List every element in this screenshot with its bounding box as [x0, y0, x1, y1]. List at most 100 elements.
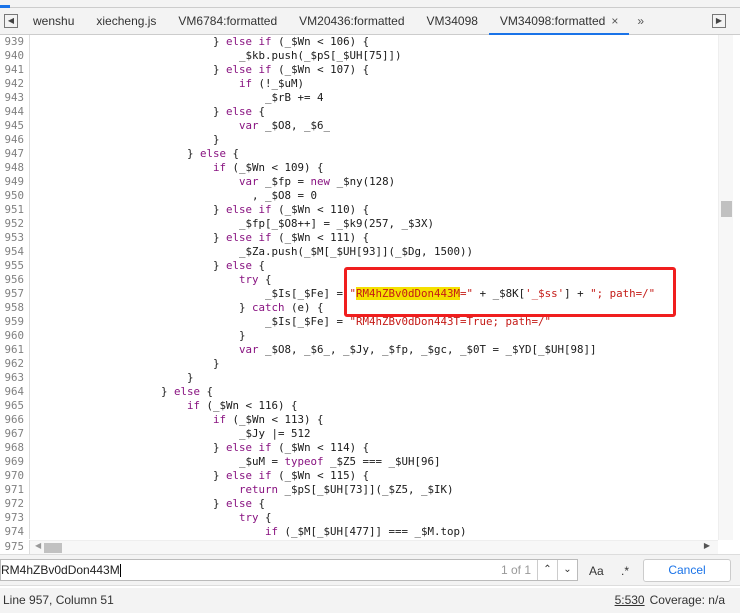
line-number[interactable]: 949	[0, 175, 30, 189]
tab-vm34098[interactable]: VM34098	[416, 8, 489, 35]
code-line[interactable]: 939 } else if (_$Wn < 106) {	[0, 35, 718, 49]
scroll-thumb[interactable]	[44, 543, 62, 553]
line-number[interactable]: 939	[0, 35, 30, 49]
line-number[interactable]: 956	[0, 273, 30, 287]
code-line[interactable]: 962 }	[0, 357, 718, 371]
code-line[interactable]: 965 if (_$Wn < 116) {	[0, 399, 718, 413]
code-line[interactable]: 958 } catch (e) {	[0, 301, 718, 315]
line-number[interactable]: 953	[0, 231, 30, 245]
line-number[interactable]: 948	[0, 161, 30, 175]
code-line[interactable]: 946 }	[0, 133, 718, 147]
line-number[interactable]: 951	[0, 203, 30, 217]
code-line[interactable]: 957 _$Is[_$Fe] = "RM4hZBv0dDon443M=" + _…	[0, 287, 718, 301]
scroll-thumb[interactable]	[721, 201, 732, 217]
line-number: 975	[0, 540, 30, 554]
code-line[interactable]: 955 } else {	[0, 259, 718, 273]
line-number[interactable]: 969	[0, 455, 30, 469]
tab-vm6784[interactable]: VM6784:formatted	[167, 8, 288, 35]
code-line[interactable]: 943 _$rB += 4	[0, 91, 718, 105]
line-number[interactable]: 943	[0, 91, 30, 105]
line-number[interactable]: 966	[0, 413, 30, 427]
line-number[interactable]: 942	[0, 77, 30, 91]
line-number[interactable]: 968	[0, 441, 30, 455]
tab-vm34098-formatted[interactable]: VM34098:formatted ×	[488, 8, 630, 35]
line-number[interactable]: 944	[0, 105, 30, 119]
previous-match-button[interactable]: ⌃	[537, 560, 557, 580]
line-number[interactable]: 967	[0, 427, 30, 441]
code-line[interactable]: 964 } else {	[0, 385, 718, 399]
code-line[interactable]: 974 if (_$M[_$UH[477]] === _$M.top)	[0, 525, 718, 539]
code-line[interactable]: 972 } else {	[0, 497, 718, 511]
line-number[interactable]: 970	[0, 469, 30, 483]
code-line[interactable]: 945 var _$O8, _$6_	[0, 119, 718, 133]
code-line[interactable]: 947 } else {	[0, 147, 718, 161]
toggle-debugger-icon[interactable]: ▶	[712, 14, 726, 28]
line-number[interactable]: 960	[0, 329, 30, 343]
code-line[interactable]: 961 var _$O8, _$6_, _$Jy, _$fp, _$gc, _$…	[0, 343, 718, 357]
line-number[interactable]: 963	[0, 371, 30, 385]
line-number[interactable]: 957	[0, 287, 30, 301]
more-tabs-icon[interactable]: »	[629, 14, 652, 28]
toggle-navigator-icon[interactable]: ◀	[4, 14, 18, 28]
line-text: if (_$Wn < 109) {	[213, 161, 324, 174]
code-line[interactable]: 973 try {	[0, 511, 718, 525]
next-match-button[interactable]: ⌄	[557, 560, 577, 580]
code-line[interactable]: 953 } else if (_$Wn < 111) {	[0, 231, 718, 245]
scroll-right-icon[interactable]: ▶	[704, 541, 710, 550]
line-number[interactable]: 973	[0, 511, 30, 525]
code-line[interactable]: 970 } else if (_$Wn < 115) {	[0, 469, 718, 483]
code-line[interactable]: 960 }	[0, 329, 718, 343]
line-number[interactable]: 947	[0, 147, 30, 161]
code-line[interactable]: 944 } else {	[0, 105, 718, 119]
line-number[interactable]: 959	[0, 315, 30, 329]
line-number[interactable]: 955	[0, 259, 30, 273]
editor-tab-bar: ◀ wenshu xiecheng.js VM6784:formatted VM…	[0, 8, 740, 35]
code-line[interactable]: 954 _$Za.push(_$M[_$UH[93]](_$Dg, 1500))	[0, 245, 718, 259]
code-line[interactable]: 948 if (_$Wn < 109) {	[0, 161, 718, 175]
horizontal-scrollbar[interactable]: ◀ ▶	[30, 540, 718, 554]
code-editor[interactable]: 939 } else if (_$Wn < 106) {940 _$kb.pus…	[0, 35, 718, 540]
line-number[interactable]: 940	[0, 49, 30, 63]
search-input[interactable]: RM4hZBv0dDon443M 1 of 1 ⌃ ⌄	[0, 559, 578, 581]
tab-vm20436[interactable]: VM20436:formatted	[288, 8, 415, 35]
line-number[interactable]: 964	[0, 385, 30, 399]
code-line[interactable]: 969 _$uM = typeof _$Z5 === _$UH[96]	[0, 455, 718, 469]
code-line[interactable]: 968 } else if (_$Wn < 114) {	[0, 441, 718, 455]
code-line[interactable]: 963 }	[0, 371, 718, 385]
line-number[interactable]: 958	[0, 301, 30, 315]
tab-wenshu[interactable]: wenshu	[22, 8, 85, 35]
code-line[interactable]: 952 _$fp[_$O8++] = _$k9(257, _$3X)	[0, 217, 718, 231]
line-text: }	[31, 329, 246, 342]
code-line[interactable]: 940 _$kb.push(_$pS[_$UH[75]])	[0, 49, 718, 63]
line-number[interactable]: 974	[0, 525, 30, 539]
code-line[interactable]: 949 var _$fp = new _$ny(128)	[0, 175, 718, 189]
code-line[interactable]: 956 try {	[0, 273, 718, 287]
line-number[interactable]: 950	[0, 189, 30, 203]
regex-button[interactable]: .*	[621, 564, 629, 578]
code-line[interactable]: 971 return _$pS[_$UH[73]](_$Z5, _$IK)	[0, 483, 718, 497]
line-number[interactable]: 965	[0, 399, 30, 413]
code-line[interactable]: 942 if (!_$uM)	[0, 77, 718, 91]
code-line[interactable]: 950 , _$O8 = 0	[0, 189, 718, 203]
line-number[interactable]: 946	[0, 133, 30, 147]
line-number[interactable]: 954	[0, 245, 30, 259]
tab-xiecheng[interactable]: xiecheng.js	[85, 8, 167, 35]
cancel-button[interactable]: Cancel	[643, 559, 731, 582]
line-number[interactable]: 971	[0, 483, 30, 497]
line-number[interactable]: 945	[0, 119, 30, 133]
line-number[interactable]: 962	[0, 357, 30, 371]
match-case-button[interactable]: Aa	[589, 564, 604, 578]
selection-info[interactable]: 5:530	[615, 593, 645, 607]
code-line[interactable]: 966 if (_$Wn < 113) {	[0, 413, 718, 427]
close-icon[interactable]: ×	[611, 14, 618, 28]
code-line[interactable]: 941 } else if (_$Wn < 107) {	[0, 63, 718, 77]
code-line[interactable]: 967 _$Jy |= 512	[0, 427, 718, 441]
line-number[interactable]: 952	[0, 217, 30, 231]
line-number[interactable]: 941	[0, 63, 30, 77]
scroll-left-icon[interactable]: ◀	[35, 541, 41, 550]
line-number[interactable]: 961	[0, 343, 30, 357]
vertical-scrollbar[interactable]	[718, 35, 733, 540]
code-line[interactable]: 951 } else if (_$Wn < 110) {	[0, 203, 718, 217]
code-line[interactable]: 959 _$Is[_$Fe] = "RM4hZBv0dDon443T=True;…	[0, 315, 718, 329]
line-number[interactable]: 972	[0, 497, 30, 511]
